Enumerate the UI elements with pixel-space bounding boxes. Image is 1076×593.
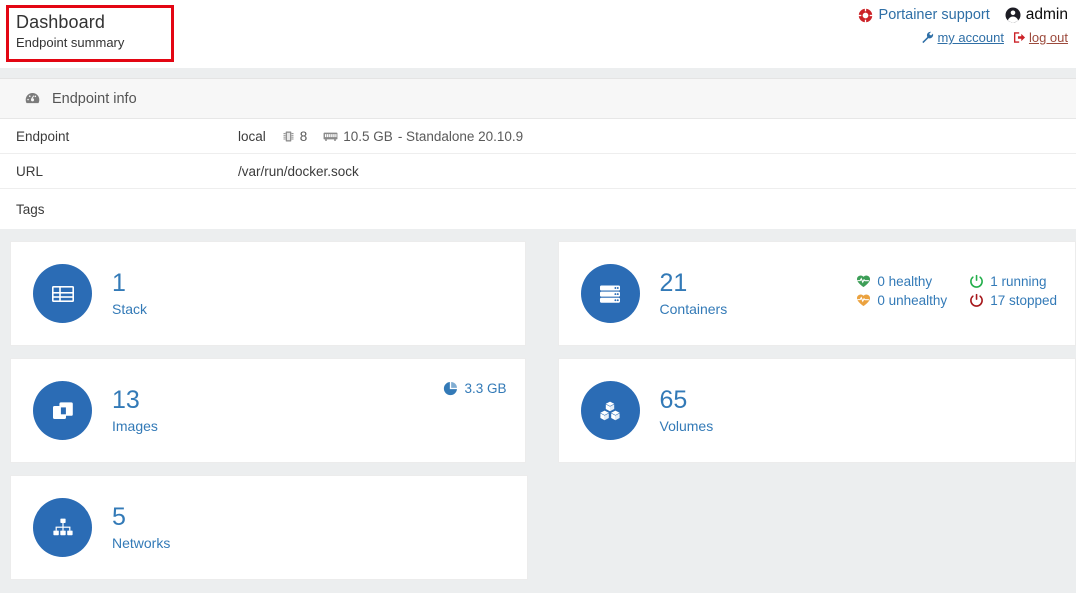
volumes-card-text: 65 Volumes [660,386,714,436]
my-account-link[interactable]: my account [921,30,1004,45]
url-value: /var/run/docker.sock [238,163,359,179]
microchip-icon [282,130,295,143]
containers-unhealthy-stat: 0 unhealthy [856,293,947,308]
images-card-text: 13 Images [112,386,158,436]
url-row: URL /var/run/docker.sock [0,154,1076,189]
my-account-label: my account [937,30,1004,45]
images-card-label: Images [112,417,158,434]
endpoint-info-panel: Endpoint info Endpoint local 8 10.5 GB -… [0,78,1076,229]
endpoint-memory: 10.5 GB [343,128,393,144]
containers-healthy-stat: 0 healthy [856,274,947,289]
user-menu[interactable]: admin [1005,6,1068,24]
containers-healthy-label: 0 healthy [877,273,933,289]
volumes-card-icon-circle [580,381,640,440]
containers-status-group: 0 healthy 0 unhealthy 1 running 17 stopp… [856,274,1057,314]
endpoint-info-title: Endpoint info [52,90,137,107]
containers-card-text: 21 Containers [660,269,728,319]
endpoint-suffix: - Standalone 20.10.9 [397,128,524,144]
cards-row-2: 13 Images 3.3 GB 65 Volumes [0,358,1076,463]
containers-unhealthy-label: 0 unhealthy [877,292,948,308]
url-row-label: URL [16,163,44,179]
dashboard-cards-grid: 1 Stack 21 Containers 0 healthy 0 unheal… [0,229,1076,580]
logout-link[interactable]: log out [1013,30,1068,45]
images-total-size: 3.3 GB [443,359,507,396]
networks-card[interactable]: 5 Networks [10,475,528,580]
page-subtitle: Endpoint summary [16,35,125,50]
page-title: Dashboard [16,12,105,32]
endpoint-cpu-count: 8 [299,128,308,144]
images-card-icon-circle [33,381,92,440]
portainer-support-link[interactable]: Portainer support [857,7,990,23]
cards-row-1: 1 Stack 21 Containers 0 healthy 0 unheal… [0,241,1076,346]
networks-card-label: Networks [112,534,171,551]
containers-card-icon-circle [580,264,640,323]
containers-running-label: 1 running [990,273,1047,289]
sign-out-icon [1013,31,1026,44]
stack-card[interactable]: 1 Stack [10,241,526,346]
containers-stopped-stat: 17 stopped [969,293,1057,308]
containers-state-column: 1 running 17 stopped [969,274,1057,308]
endpoint-info-panel-header: Endpoint info [0,79,1076,119]
containers-stopped-label: 17 stopped [990,292,1057,308]
power-icon [969,293,984,308]
containers-running-stat: 1 running [969,274,1057,289]
networks-card-text: 5 Networks [112,503,170,553]
containers-card-value: 21 [659,268,688,297]
user-name: admin [1025,6,1068,23]
life-ring-icon [857,7,873,23]
endpoint-row-label: Endpoint [16,128,70,144]
heartbeat-icon [856,293,871,307]
endpoint-row: Endpoint local 8 10.5 GB - Standalone 20… [0,119,1076,154]
tachometer-icon [24,90,41,107]
images-card-value: 13 [112,385,140,414]
memory-icon [323,129,338,143]
stack-card-icon-circle [33,264,92,323]
networks-card-icon-circle [33,498,92,557]
containers-health-column: 0 healthy 0 unhealthy [856,274,947,308]
cards-row-3: 5 Networks [0,475,1076,580]
page-header: Dashboard Endpoint summary Portainer sup… [0,0,1076,68]
endpoint-name: local [238,128,266,144]
table-layout-icon [49,280,77,308]
images-total-size-label: 3.3 GB [464,381,507,396]
sitemap-icon [49,514,77,542]
stack-card-text: 1 Stack [112,269,147,319]
power-icon [969,274,984,289]
heartbeat-icon [856,274,871,288]
volumes-card[interactable]: 65 Volumes [557,358,1076,463]
volumes-card-value: 65 [659,385,688,414]
dashboard-page: Dashboard Endpoint summary Portainer sup… [0,0,1076,593]
logout-label: log out [1028,30,1068,45]
networks-card-value: 5 [112,502,126,531]
header-right-cluster: Portainer support admin my account log o… [857,4,1068,48]
tags-row-label: Tags [16,201,45,217]
server-icon [596,280,624,308]
clone-icon [49,397,77,425]
containers-card[interactable]: 21 Containers 0 healthy 0 unhealthy 1 ru… [557,241,1076,346]
images-card[interactable]: 13 Images 3.3 GB [10,358,526,463]
stack-card-label: Stack [112,300,148,317]
page-title-annotation-box: Dashboard Endpoint summary [6,5,174,62]
url-row-value: /var/run/docker.sock [238,164,359,179]
endpoint-row-value: local 8 10.5 GB - Standalone 20.10.9 [238,129,523,144]
tags-row: Tags [0,189,1076,229]
cubes-icon [596,397,624,425]
portainer-support-label: Portainer support [878,7,990,23]
containers-card-label: Containers [659,300,728,317]
wrench-icon [921,31,934,44]
user-circle-icon [1005,7,1021,23]
pie-chart-icon [443,381,458,396]
stack-card-value: 1 [112,268,126,297]
volumes-card-label: Volumes [659,417,714,434]
